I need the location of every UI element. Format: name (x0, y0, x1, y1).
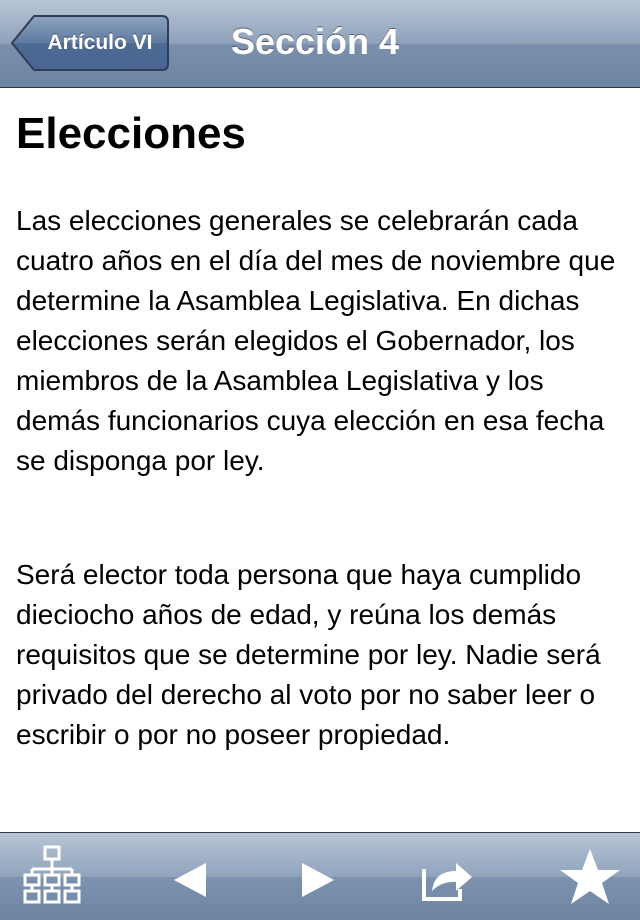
share-button[interactable] (410, 841, 482, 913)
paragraph: Será elector toda persona que haya cumpl… (16, 559, 601, 750)
section-heading: Elecciones (16, 109, 246, 158)
article-content: Elecciones Las elecciones generales se c… (0, 88, 640, 832)
hierarchy-button[interactable] (16, 841, 88, 913)
previous-button[interactable] (154, 841, 226, 913)
previous-arrow-icon (174, 863, 206, 897)
paragraph: Las elecciones generales se celebrarán c… (16, 205, 616, 476)
page-title: Sección 4 (230, 21, 400, 62)
next-arrow-icon (302, 863, 334, 897)
bottom-toolbar (0, 832, 640, 920)
next-button[interactable] (280, 841, 352, 913)
star-icon (560, 849, 620, 904)
navigation-bar: Artículo VI Sección 4 (0, 0, 640, 88)
hierarchy-icon (23, 845, 81, 904)
back-button[interactable]: Artículo VI (10, 14, 170, 72)
favorite-button[interactable] (554, 841, 626, 913)
back-button-label: Artículo VI (47, 31, 153, 54)
share-icon (422, 863, 472, 901)
